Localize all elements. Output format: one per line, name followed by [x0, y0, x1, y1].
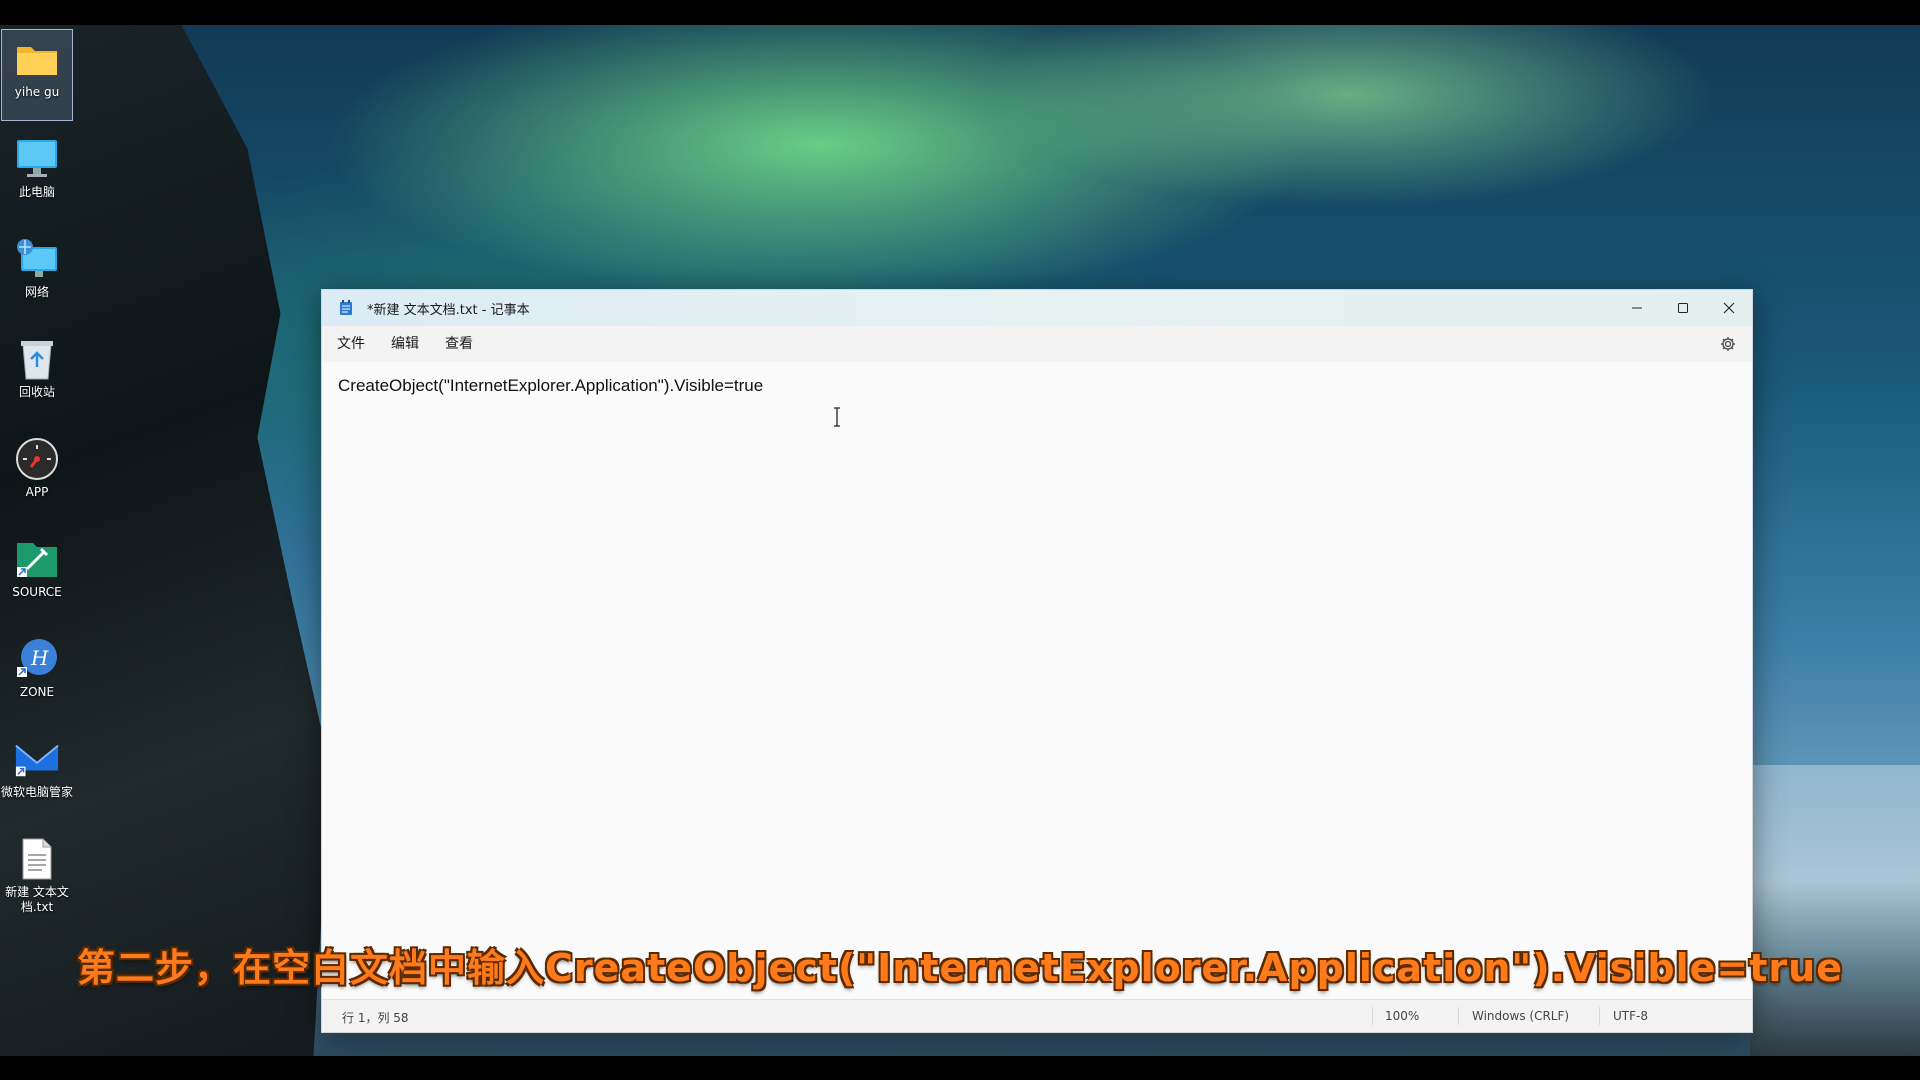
pc-manager-icon [14, 736, 60, 782]
menu-edit[interactable]: 编辑 [378, 326, 432, 362]
desktop-icon-label: 网络 [24, 285, 49, 299]
recycle-bin-icon [14, 336, 60, 382]
close-icon [1723, 302, 1735, 314]
notepad-icon [340, 300, 352, 315]
text-cursor-icon [834, 407, 840, 427]
desktop-icon-label: 此电脑 [18, 185, 55, 199]
tutorial-caption: 第二步，在空白文档中输入CreateObject("InternetExplor… [76, 946, 1844, 990]
desktop-icon-label: APP [25, 485, 49, 499]
computer-icon [14, 136, 60, 182]
title-bar[interactable]: *新建 文本文档.txt - 记事本 [322, 290, 1752, 326]
close-button[interactable] [1706, 290, 1752, 326]
desktop-icon-pc-manager[interactable]: 微软电脑管家 [0, 730, 73, 820]
editor-content[interactable]: CreateObject("InternetExplorer.Applicati… [338, 376, 763, 396]
zone-icon: H [14, 636, 60, 682]
desktop-icon-label: SOURCE [12, 585, 62, 599]
status-bar: 行 1，列 58 100% Windows (CRLF) UTF-8 [322, 999, 1752, 1032]
maximize-button[interactable] [1660, 290, 1706, 326]
desktop-icon-label: 微软电脑管家 [0, 785, 73, 799]
gear-icon [1721, 337, 1735, 351]
status-divider [1458, 1007, 1459, 1025]
minimize-icon [1632, 307, 1642, 309]
source-icon [14, 536, 60, 582]
status-divider [1599, 1007, 1600, 1025]
encoding: UTF-8 [1613, 1009, 1648, 1023]
desktop-icon-source[interactable]: SOURCE [2, 530, 72, 620]
wallpaper-sea [1750, 765, 1920, 1056]
maximize-icon [1678, 303, 1688, 313]
text-file-icon [14, 836, 60, 882]
desktop-icon-text-file[interactable]: 新建 文本文档.txt [2, 830, 72, 920]
svg-text:H: H [30, 646, 49, 670]
menu-view[interactable]: 查看 [432, 326, 486, 362]
zoom-level: 100% [1385, 1009, 1420, 1023]
desktop-icon-recycle-bin[interactable]: 回收站 [2, 330, 72, 420]
cursor-position: 行 1，列 58 [342, 1011, 409, 1025]
desktop-icon-network[interactable]: 网络 [2, 230, 72, 320]
menu-bar: 文件 编辑 查看 [322, 326, 1752, 362]
minimize-button[interactable] [1614, 290, 1660, 326]
network-icon [14, 236, 60, 282]
menu-file[interactable]: 文件 [324, 326, 378, 362]
notepad-window: *新建 文本文档.txt - 记事本 文件 编辑 查看 CreateObject… [321, 289, 1753, 1033]
desktop-icon-label: yihe gu [14, 85, 60, 99]
text-editor[interactable]: CreateObject("InternetExplorer.Applicati… [322, 362, 1752, 1000]
line-ending: Windows (CRLF) [1472, 1009, 1570, 1023]
settings-button[interactable] [1718, 334, 1738, 354]
status-divider [1372, 1007, 1373, 1025]
desktop-icon-label: 回收站 [18, 385, 55, 399]
desktop-icon-yihe-gu[interactable]: yihe gu [1, 29, 73, 121]
desktop-icon-this-pc[interactable]: 此电脑 [2, 130, 72, 220]
desktop-icon-zone[interactable]: H ZONE [2, 630, 72, 720]
app-icon [14, 436, 60, 482]
window-title: *新建 文本文档.txt - 记事本 [367, 302, 530, 318]
folder-icon [14, 36, 60, 82]
desktop-icon-label: ZONE [19, 685, 55, 699]
desktop-icon-app[interactable]: APP [2, 430, 72, 520]
desktop-icon-label: 新建 文本文档.txt [5, 885, 69, 914]
